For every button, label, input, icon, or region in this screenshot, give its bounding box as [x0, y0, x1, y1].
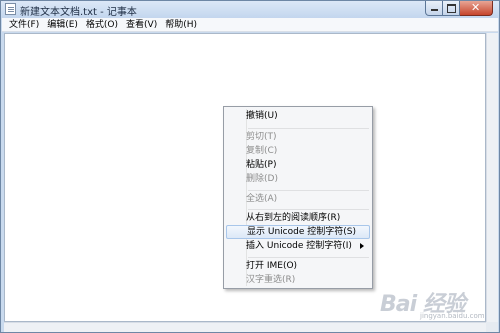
close-icon: ✕ [471, 1, 481, 14]
vertical-scrollbar[interactable] [486, 33, 498, 322]
menu-file[interactable]: 文件(F) [5, 19, 43, 31]
menu-separator [248, 209, 369, 210]
horizontal-scrollbar[interactable] [4, 322, 486, 332]
menu-item-insert-unicode-control[interactable]: 插入 Unicode 控制字符(I) [226, 239, 370, 253]
menu-item-undo[interactable]: 撤销(U) [226, 109, 370, 123]
menu-separator [248, 128, 369, 129]
context-menu: 撤销(U) 剪切(T) 复制(C) 粘贴(P) 删除(D) 全选(A) 从右到左… [223, 106, 373, 289]
submenu-arrow-icon [360, 243, 364, 249]
menu-bar: 文件(F) 编辑(E) 格式(O) 查看(V) 帮助(H) [2, 18, 498, 32]
resize-grip[interactable] [486, 322, 498, 332]
menu-separator [248, 190, 369, 191]
menu-separator [248, 257, 369, 258]
minimize-icon [431, 9, 438, 11]
watermark-url: jingyan.baidu.com [420, 312, 485, 320]
baidu-jingyan-watermark: Bai 经验 jingyan.baidu.com [380, 283, 498, 323]
title-bar[interactable]: 新建文本文档.txt - 记事本 ✕ [1, 1, 499, 18]
window-title: 新建文本文档.txt - 记事本 [20, 7, 137, 18]
menu-item-copy[interactable]: 复制(C) [226, 144, 370, 158]
menu-item-rtl-reading-order[interactable]: 从右到左的阅读顺序(R) [226, 211, 370, 225]
menu-item-delete[interactable]: 删除(D) [226, 172, 370, 186]
menu-help[interactable]: 帮助(H) [161, 19, 201, 31]
maximize-button[interactable] [443, 1, 460, 16]
menu-item-cut[interactable]: 剪切(T) [226, 130, 370, 144]
menu-item-reconversion[interactable]: 汉字重选(R) [226, 273, 370, 287]
menu-format[interactable]: 格式(O) [82, 19, 122, 31]
menu-item-select-all[interactable]: 全选(A) [226, 192, 370, 206]
minimize-button[interactable] [425, 1, 443, 16]
menu-item-show-unicode-control[interactable]: 显示 Unicode 控制字符(S) [226, 225, 370, 239]
close-button[interactable]: ✕ [460, 1, 493, 16]
window-controls: ✕ [425, 1, 493, 16]
menu-item-label: 插入 Unicode 控制字符(I) [246, 241, 352, 251]
menu-view[interactable]: 查看(V) [122, 19, 161, 31]
menu-edit[interactable]: 编辑(E) [43, 19, 82, 31]
menu-item-open-ime[interactable]: 打开 IME(O) [226, 259, 370, 273]
maximize-icon [447, 4, 456, 13]
notepad-icon[interactable] [5, 3, 16, 15]
menu-item-paste[interactable]: 粘贴(P) [226, 158, 370, 172]
